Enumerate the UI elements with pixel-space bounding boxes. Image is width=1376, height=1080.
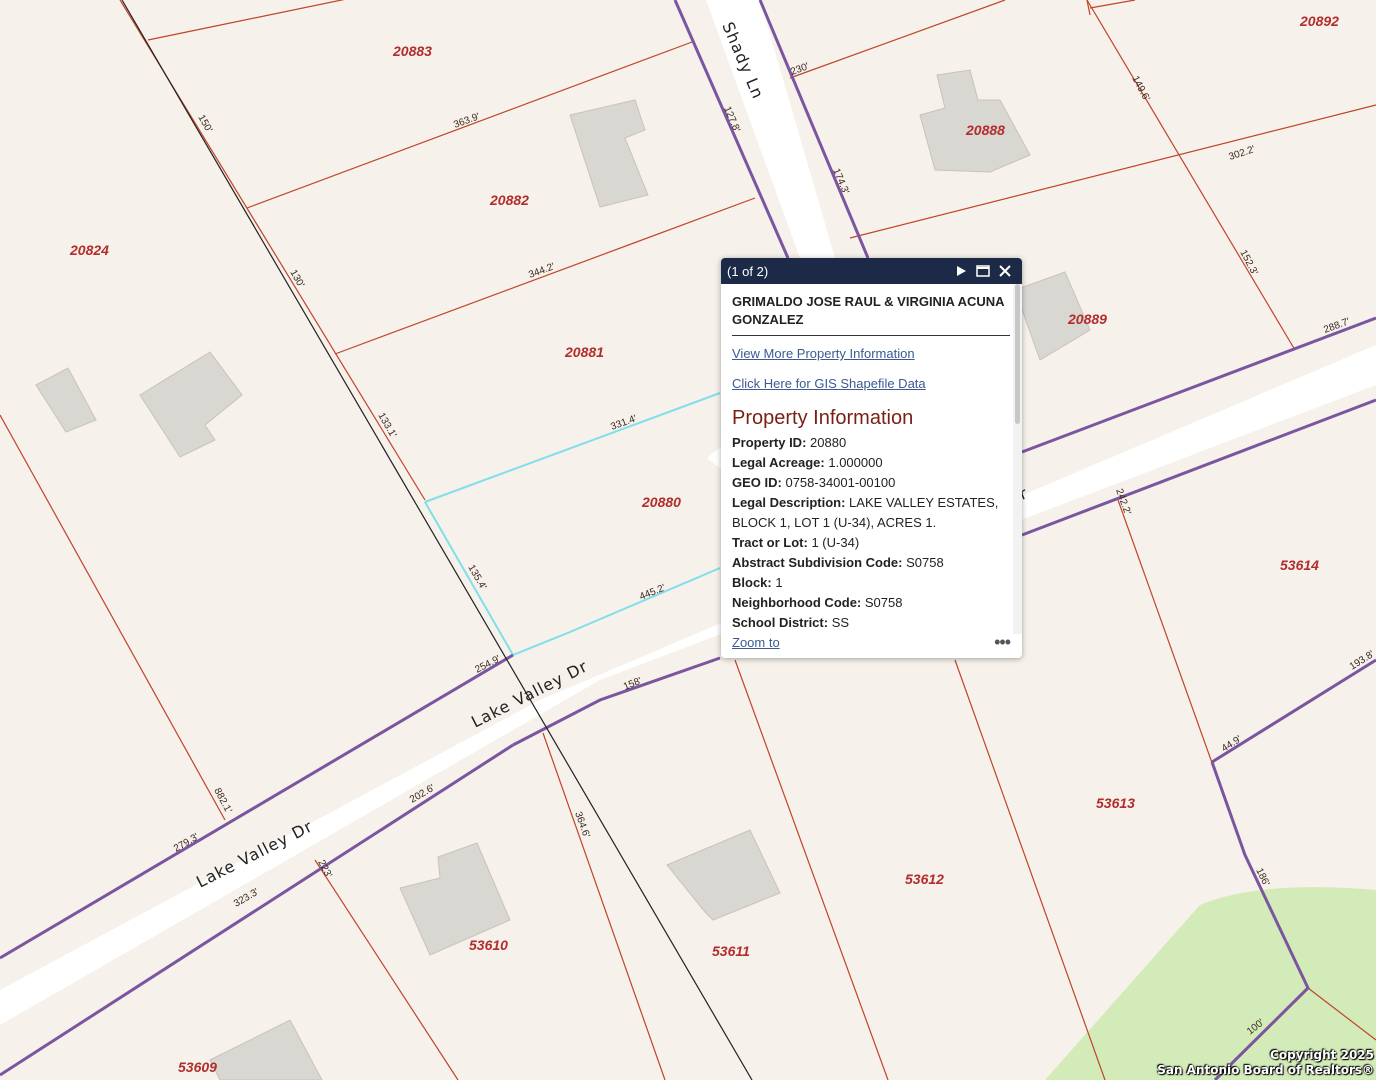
field-label: Legal Acreage: [732,455,825,470]
parcel-label[interactable]: 20889 [1067,311,1107,327]
field-value: 0758-34001-00100 [785,475,896,490]
dimension-label: 152.3' [1237,248,1259,277]
popup-footer: Zoom to ••• [732,632,1011,653]
field-value: S0758 [864,595,903,610]
field-neighborhood-code: Neighborhood Code: S0758 [732,593,1013,613]
field-label: Legal Description: [732,495,846,510]
parcel-label[interactable]: 53611 [712,943,750,959]
road-label-lake-valley-lower: Lake Valley Dr [193,817,316,892]
parcel-label[interactable]: 20882 [489,192,529,208]
field-label: Neighborhood Code: [732,595,862,610]
field-school-district: School District: SS [732,613,1013,628]
parcel-label[interactable]: 20880 [641,494,681,510]
maximize-icon[interactable] [972,260,994,282]
dimension-label: 149.6' [1129,74,1151,103]
dimension-label: 254.9' [473,654,502,676]
field-tract-or-lot: Tract or Lot: 1 (U-34) [732,533,1013,553]
dimension-label: 302.2' [1228,144,1257,163]
parcel-label[interactable]: 53609 [178,1059,217,1075]
field-value: 1.000000 [828,455,883,470]
owner-name: GRIMALDO JOSE RAUL & VIRGINIA ACUNA GONZ… [732,293,1010,336]
field-label: GEO ID: [732,475,782,490]
field-property-id: Property ID: 20880 [732,433,1013,453]
field-abstract-subdivision: Abstract Subdivision Code: S0758 [732,553,1013,573]
property-popup: (1 of 2) GRIMALDO JOSE RAUL & VIRGINIA A… [721,258,1022,658]
parcel-label[interactable]: 20892 [1299,13,1339,29]
parcel-label[interactable]: 53612 [905,871,944,887]
parcel-lines [0,0,1376,1080]
dimension-label: 323.3' [232,887,261,910]
field-value: 1 [775,575,783,590]
zoom-to-link[interactable]: Zoom to [732,635,994,650]
field-block: Block: 1 [732,573,1013,593]
dimension-label: 344.2' [527,261,556,281]
field-label: Tract or Lot: [732,535,808,550]
field-label: School District: [732,615,829,628]
copyright-notice: Copyright 2025 San Antonio Board of Real… [1157,1048,1374,1078]
close-icon[interactable] [994,260,1016,282]
field-geo-id: GEO ID: 0758-34001-00100 [732,473,1013,493]
popup-pointer [707,447,721,469]
selected-parcel-outline [424,392,721,657]
dimension-label: 445.2' [638,582,667,602]
parcel-label[interactable]: 20883 [392,43,432,59]
field-value: 20880 [810,435,847,450]
parcel-label[interactable]: 20824 [69,242,109,258]
dimension-label: 242.2' [1113,487,1133,516]
field-label: Abstract Subdivision Code: [732,555,903,570]
parcel-label[interactable]: 20888 [965,122,1005,138]
field-legal-description: Legal Description: LAKE VALLEY ESTATES, … [732,493,1013,533]
dimension-label: 230' [789,61,810,78]
copyright-line: Copyright 2025 [1270,1048,1374,1062]
view-more-link[interactable]: View More Property Information [732,346,1013,361]
scrollbar-thumb[interactable] [1015,284,1020,424]
field-value: SS [831,615,850,628]
play-icon[interactable] [950,260,972,282]
dimension-label: 279.3' [172,832,201,855]
field-value: 1 (U-34) [811,535,860,550]
popup-feature-count: (1 of 2) [727,263,769,279]
dimension-label: 127.8' [721,105,742,134]
field-value: S0758 [906,555,944,570]
parcel-label[interactable]: 53610 [469,937,508,953]
parcel-label[interactable]: 53614 [1280,557,1319,573]
parcel-labels: 20883 20892 20888 20882 20824 20889 2088… [69,13,1339,1075]
field-label: Block: [732,575,772,590]
more-icon[interactable]: ••• [994,632,1011,653]
dimension-label: 174.3' [830,167,851,196]
parcel-label[interactable]: 53613 [1096,795,1135,811]
popup-header: (1 of 2) [721,258,1022,284]
parcel-label[interactable]: 20881 [564,344,604,360]
dimension-label: 331.4' [609,413,638,433]
dimension-label: 363.9' [452,111,481,131]
popup-scrollbar[interactable] [1013,284,1022,634]
popup-content[interactable]: GRIMALDO JOSE RAUL & VIRGINIA ACUNA GONZ… [721,284,1013,628]
field-label: Property ID: [732,435,807,450]
lake-valley-road [0,345,1376,1025]
copyright-owner: San Antonio Board of Realtors® [1157,1063,1374,1077]
dimension-label: 158' [622,676,643,693]
field-legal-acreage: Legal Acreage: 1.000000 [732,453,1013,473]
map-view[interactable]: Shady Ln Lake Valley Dr Lake Valley Dr r… [0,0,1376,1080]
gis-shapefile-link[interactable]: Click Here for GIS Shapefile Data [732,376,1013,391]
road-boundaries [0,0,1376,1080]
section-title: Property Information [732,407,914,429]
map-canvas[interactable]: Shady Ln Lake Valley Dr Lake Valley Dr r… [0,0,1376,1080]
